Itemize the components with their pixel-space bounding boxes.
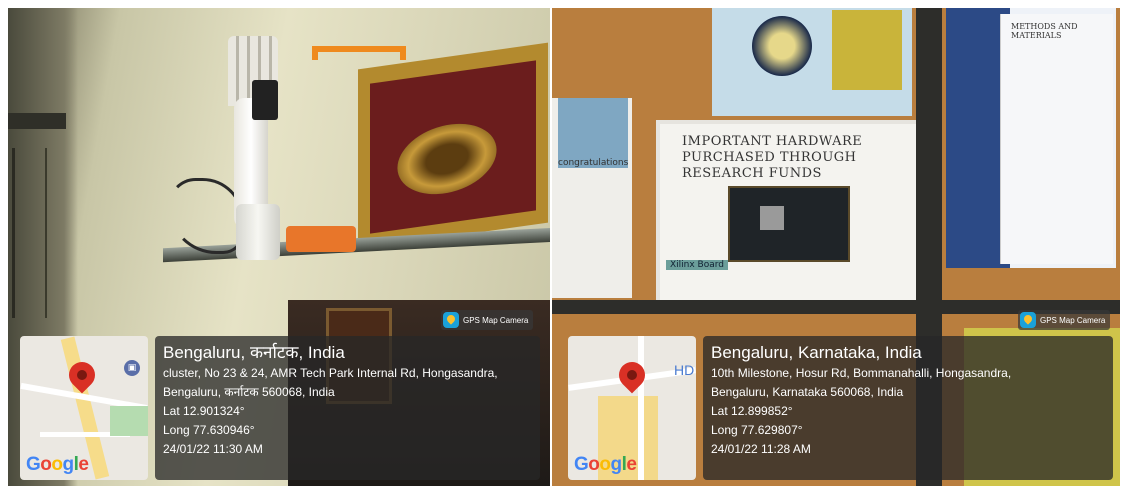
gps-map-camera-icon [443, 312, 459, 328]
location-info-card: Bengaluru, Karnataka, India 10th Milesto… [703, 336, 1113, 480]
timestamp: 24/01/22 11:30 AM [163, 442, 263, 456]
latitude: Lat 12.901324° [163, 404, 245, 418]
location-pin-icon [613, 356, 651, 394]
wall-bracket [8, 113, 66, 129]
timestamp: 24/01/22 11:28 AM [711, 442, 811, 456]
orange-rod-frame [312, 46, 406, 60]
fpga-board-image [728, 186, 850, 262]
fpga-chip [760, 206, 784, 230]
address-line-2: Bengaluru, Karnataka 560068, India [711, 385, 904, 399]
poster-hardware-funds: IMPORTANT HARDWARE PURCHASED THROUGH RES… [656, 120, 920, 306]
address-line-1: cluster, No 23 & 24, AMR Tech Park Inter… [163, 366, 498, 380]
location-info-card: Bengaluru, कर्नाटक, India cluster, No 23… [155, 336, 540, 480]
google-logo: Google [574, 454, 637, 475]
latitude: Lat 12.899852° [711, 404, 793, 418]
google-logo: Google [26, 454, 89, 475]
robotic-hand-servo [252, 80, 278, 120]
map-poi-label: HD [674, 362, 695, 378]
address-line-2: Bengaluru, कर्नाटक 560068, India [163, 385, 335, 399]
map-park [110, 406, 148, 436]
location-title: Bengaluru, कर्नाटक, India [163, 343, 345, 362]
badge-label: GPS Map Camera [463, 315, 529, 325]
location-title: Bengaluru, Karnataka, India [711, 343, 922, 362]
map-thumbnail: HD Google [568, 336, 696, 480]
poster-heading: congratulations [558, 158, 629, 168]
gps-map-camera-badge: GPS Map Camera [441, 310, 534, 330]
badge-label: GPS Map Camera [1040, 315, 1106, 325]
poster-title: IMPORTANT HARDWARE PURCHASED THROUGH RES… [682, 134, 863, 181]
photo-notice-board: congratulations IMPORTANT HARDWARE PURCH… [552, 8, 1120, 486]
address-line-1: 10th Milestone, Hosur Rd, Bommanahalli, … [711, 366, 1012, 380]
poster-methods: METHODS AND MATERIALS [946, 8, 1116, 268]
robot-base [236, 204, 280, 260]
longitude: Long 77.630946° [163, 423, 255, 437]
longitude: Long 77.629807° [711, 423, 803, 437]
gps-map-camera-badge: GPS Map Camera [1018, 310, 1111, 330]
poster-hardware-photo [712, 8, 912, 116]
poster-congratulations: congratulations [552, 98, 632, 298]
poster-document: METHODS AND MATERIALS [1000, 14, 1113, 264]
map-thumbnail: ▣ Google [20, 336, 148, 480]
poster-doc-title: METHODS AND MATERIALS [1011, 22, 1078, 40]
poster-device-image [752, 16, 812, 76]
gps-map-camera-icon [1020, 312, 1036, 328]
poster-pad-image [832, 10, 902, 90]
map-road [638, 336, 644, 480]
map-poi-icon: ▣ [124, 360, 140, 376]
photo-lab-shelf: GPS Map Camera ▣ Google Bengaluru, कर्ना… [8, 8, 550, 486]
orange-device [286, 226, 356, 252]
hanging-cables [12, 148, 47, 318]
board-caption: Xilinx Board [666, 260, 729, 270]
